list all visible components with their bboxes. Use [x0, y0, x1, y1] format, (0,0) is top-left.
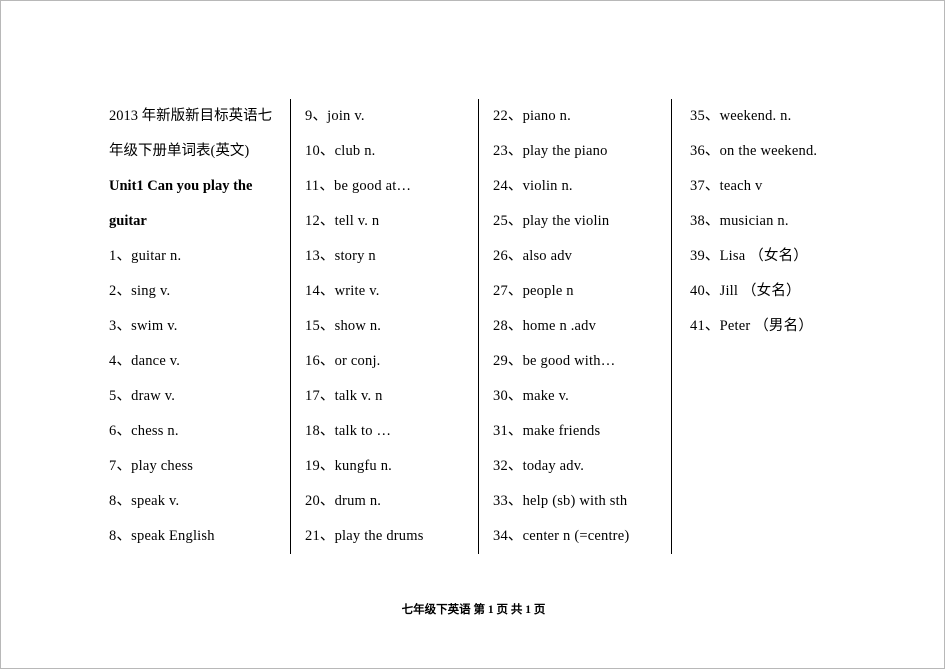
word-entry: 2、sing v.: [109, 283, 171, 299]
page-footer: 七年级下英语 第 1 页 共 1 页: [401, 604, 546, 616]
word-entry: 31、make friends: [493, 423, 601, 439]
column-2: 9、join v. 10、club n. 11、be good at… 12、t…: [291, 99, 479, 554]
word-entry: 1、guitar n.: [109, 248, 182, 264]
word-entry: 7、play chess: [109, 458, 194, 474]
word-entry: 40、Jill （女名）: [690, 283, 801, 299]
word-entry: 25、play the violin: [493, 213, 610, 229]
column-1: 2013 年新版新目标英语七 年级下册单词表(英文) Unit1 Can you…: [109, 99, 291, 554]
unit-title-line: Unit1 Can you play the: [109, 178, 253, 194]
word-entry: 6、chess n.: [109, 423, 179, 439]
word-entry: 5、draw v.: [109, 388, 176, 404]
text-line: 年级下册单词表(英文): [109, 143, 250, 159]
word-list-columns: 2013 年新版新目标英语七 年级下册单词表(英文) Unit1 Can you…: [109, 99, 839, 554]
word-entry: 12、tell v. n: [305, 213, 380, 229]
word-entry: 23、play the piano: [493, 143, 608, 159]
word-entry: 15、show n.: [305, 318, 382, 334]
word-entry: 8、speak v.: [109, 493, 180, 509]
word-entry: 29、be good with…: [493, 353, 616, 369]
word-entry: 10、club n.: [305, 143, 376, 159]
word-entry: 38、musician n.: [690, 213, 789, 229]
word-entry: 33、help (sb) with sth: [493, 493, 628, 509]
word-entry: 16、or conj.: [305, 353, 381, 369]
word-entry: 4、dance v.: [109, 353, 181, 369]
word-entry: 18、talk to …: [305, 423, 392, 439]
word-entry: 41、Peter （男名）: [690, 318, 814, 334]
word-entry: 32、today adv.: [493, 458, 585, 474]
word-entry: 11、be good at…: [305, 178, 412, 194]
word-entry: 3、swim v.: [109, 318, 178, 334]
word-entry: 9、join v.: [305, 108, 365, 124]
unit-title-line: guitar: [109, 213, 147, 229]
word-entry: 36、on the weekend.: [690, 143, 818, 159]
word-entry: 34、center n (=centre): [493, 528, 630, 544]
text-line: 2013 年新版新目标英语七: [109, 108, 273, 124]
word-entry: 19、kungfu n.: [305, 458, 392, 474]
document-page: 2013 年新版新目标英语七 年级下册单词表(英文) Unit1 Can you…: [0, 0, 945, 669]
word-entry: 17、talk v. n: [305, 388, 383, 404]
word-entry: 30、make v.: [493, 388, 569, 404]
word-entry: 28、home n .adv: [493, 318, 597, 334]
word-entry: 22、piano n.: [493, 108, 571, 124]
word-entry: 13、story n: [305, 248, 376, 264]
word-entry: 39、Lisa （女名）: [690, 248, 808, 264]
word-entry: 24、violin n.: [493, 178, 573, 194]
word-entry: 21、play the drums: [305, 528, 424, 544]
column-3: 22、piano n. 23、play the piano 24、violin …: [479, 99, 672, 554]
word-entry: 37、teach v: [690, 178, 763, 194]
word-entry: 27、people n: [493, 283, 574, 299]
word-entry: 20、drum n.: [305, 493, 382, 509]
word-entry: 26、also adv: [493, 248, 573, 264]
word-entry: 14、write v.: [305, 283, 380, 299]
word-entry: 8、speak English: [109, 528, 215, 544]
word-entry: 35、weekend. n.: [690, 108, 792, 124]
column-4: 35、weekend. n. 36、on the weekend. 37、tea…: [672, 99, 839, 554]
